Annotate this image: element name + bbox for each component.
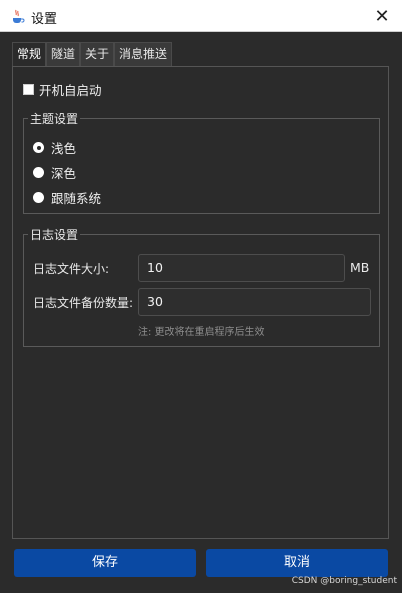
tab-bar: 常规 隧道 关于 消息推送 [12, 42, 173, 66]
theme-option-label: 跟随系统 [51, 191, 102, 206]
theme-option-system[interactable]: 跟随系统 [33, 188, 101, 207]
restart-note: 注: 更改将在重启程序后生效 [138, 327, 265, 338]
tab-general[interactable]: 常规 [12, 42, 47, 66]
theme-option-label: 深色 [51, 166, 77, 181]
close-button[interactable]: ✕ [362, 0, 402, 32]
autostart-label: 开机自启动 [39, 83, 102, 98]
radio-button[interactable] [33, 167, 44, 178]
general-settings-pane: 开机自启动 主题设置 浅色 深色 跟随系统 日志设置 日志文件大小: 10 MB… [12, 66, 389, 539]
theme-option-light[interactable]: 浅色 [33, 138, 76, 157]
radio-button-selected[interactable] [33, 142, 44, 153]
java-cup-icon [13, 9, 25, 23]
theme-settings-group: 主题设置 浅色 深色 跟随系统 [23, 110, 380, 214]
log-group-title: 日志设置 [28, 226, 81, 243]
log-settings-group: 日志设置 日志文件大小: 10 MB 日志文件备份数量: 30 注: 更改将在重… [23, 226, 380, 347]
theme-group-title: 主题设置 [28, 110, 81, 127]
theme-option-dark[interactable]: 深色 [33, 163, 76, 182]
title-bar: 设置 ✕ [0, 0, 402, 32]
close-icon: ✕ [374, 5, 390, 27]
autostart-checkbox[interactable]: 开机自启动 [23, 80, 102, 99]
radio-button[interactable] [33, 192, 44, 203]
log-backup-input[interactable]: 30 [138, 288, 371, 316]
tab-about[interactable]: 关于 [80, 42, 115, 66]
cancel-button[interactable]: 取消 [206, 549, 388, 577]
tab-push-notification[interactable]: 消息推送 [114, 42, 173, 66]
log-backup-label: 日志文件备份数量: [33, 296, 134, 310]
checkbox-box[interactable] [23, 84, 34, 95]
save-button[interactable]: 保存 [14, 549, 196, 577]
log-size-label: 日志文件大小: [33, 262, 110, 276]
window-title: 设置 [31, 12, 58, 27]
watermark: CSDN @boring_student [291, 576, 397, 586]
tab-tunnel[interactable]: 隧道 [46, 42, 81, 66]
theme-option-label: 浅色 [51, 141, 77, 156]
log-size-unit: MB [350, 260, 370, 275]
log-size-input[interactable]: 10 [138, 254, 345, 282]
